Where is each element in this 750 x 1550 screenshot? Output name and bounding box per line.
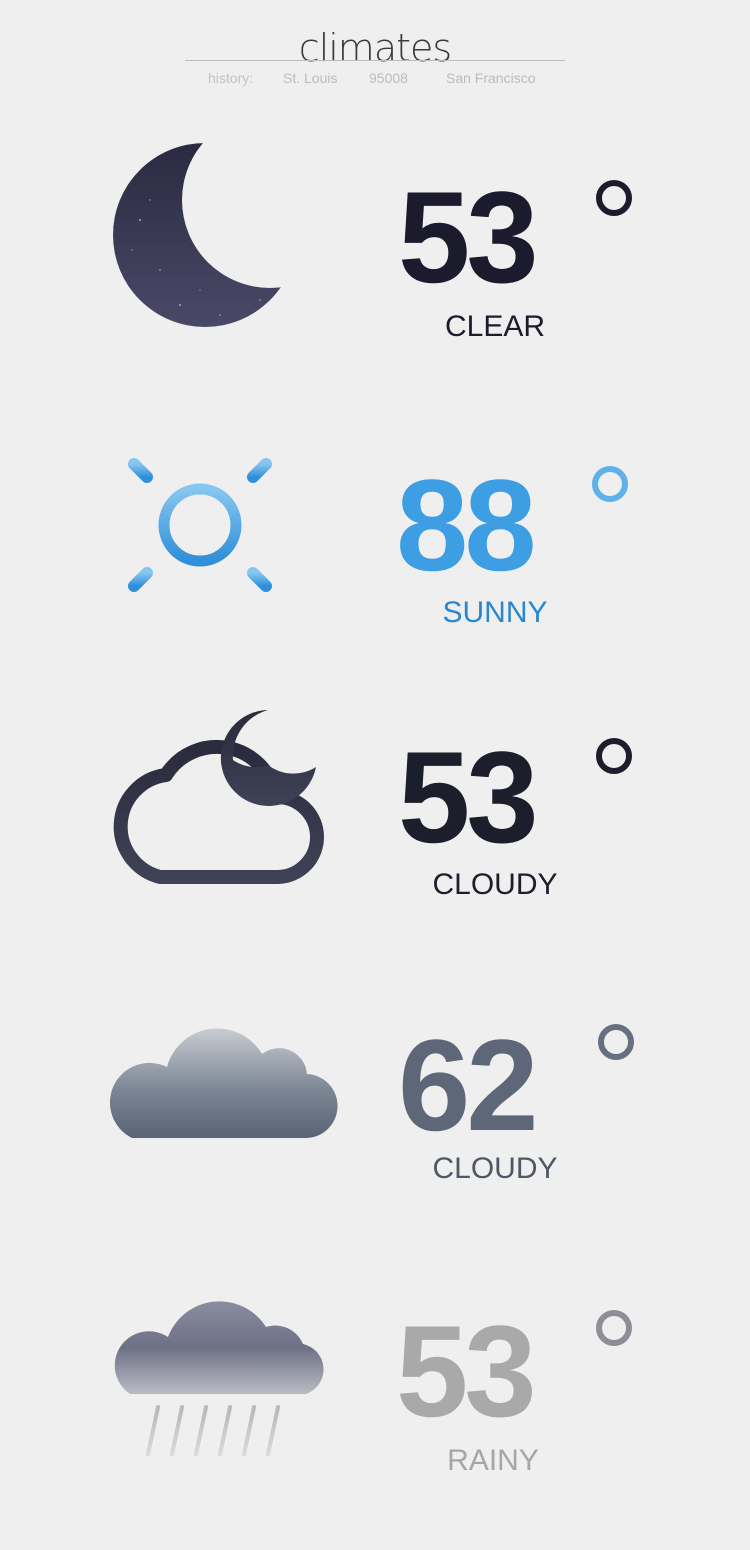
condition-label: SUNNY xyxy=(442,596,548,629)
degree-symbol xyxy=(598,1024,634,1060)
cloud-icon xyxy=(109,1012,338,1142)
cloud-moon-icon xyxy=(108,705,324,890)
condition-label: CLEAR xyxy=(444,310,546,343)
title-divider xyxy=(185,60,565,61)
degree-symbol xyxy=(596,1310,632,1346)
forecast-card-sunny[interactable]: 88 SUNNY xyxy=(0,420,750,700)
condition-label: CLOUDY xyxy=(432,868,558,901)
degree-symbol xyxy=(592,466,628,502)
history-item-st-louis[interactable]: St. Louis xyxy=(283,68,337,88)
app-title: climates xyxy=(298,26,452,70)
temperature-value: 53 xyxy=(398,164,539,310)
history-label: history: xyxy=(208,70,254,86)
temperature-value: 88 xyxy=(396,452,537,598)
history-item-95008[interactable]: 95008 xyxy=(369,68,408,88)
temperature-value: 53 xyxy=(396,1298,537,1444)
condition-label: CLOUDY xyxy=(432,1152,558,1185)
forecast-card-clear[interactable]: 53 CLEAR xyxy=(0,130,750,410)
history-bar: history: St. Louis 95008 San Francisco xyxy=(0,68,750,90)
forecast-card-cloudy-night[interactable]: 53 CLOUDY xyxy=(0,700,750,980)
rain-cloud-icon xyxy=(108,1282,333,1482)
forecast-card-rainy[interactable]: 53 RAINY xyxy=(0,1270,750,1550)
condition-label: RAINY xyxy=(447,1444,539,1477)
moon-icon xyxy=(110,140,300,330)
header: climates history: St. Louis 95008 San Fr… xyxy=(0,0,750,100)
sun-icon xyxy=(100,425,300,625)
degree-symbol xyxy=(596,738,632,774)
history-item-san-francisco[interactable]: San Francisco xyxy=(446,68,535,88)
degree-symbol xyxy=(596,180,632,216)
temperature-value: 53 xyxy=(398,724,539,870)
forecast-card-cloudy[interactable]: 62 CLOUDY xyxy=(0,990,750,1270)
temperature-value: 62 xyxy=(398,1012,539,1158)
